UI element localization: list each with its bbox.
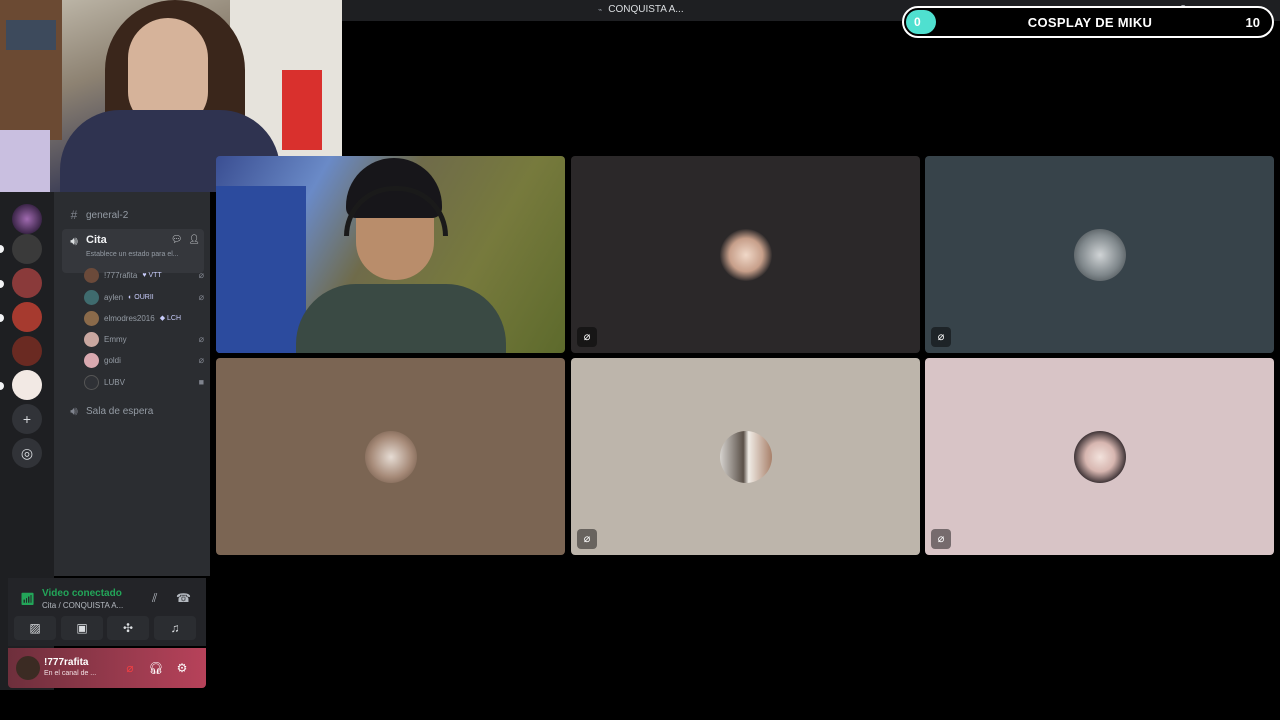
goal-progress-target: 10 <box>1245 15 1260 30</box>
user-badge: ♥ VTT <box>142 271 162 279</box>
avatar <box>720 229 772 281</box>
channel-label: Cita <box>86 234 107 246</box>
window-title: ⌁ CONQUISTA A... <box>598 4 684 15</box>
voice-status-title[interactable]: Video conectado <box>42 588 122 599</box>
avatar <box>1074 229 1126 281</box>
screen-share-icon: ▣ <box>76 621 88 635</box>
server-icon[interactable] <box>12 234 42 264</box>
goal-progress-title: COSPLAY DE MIKU <box>1027 15 1153 30</box>
speaker-icon: 🔊︎ <box>70 234 78 248</box>
channel-sidebar: # general-2 🔊︎ Cita 💬︎ 👤︎ Establece un e… <box>54 192 210 576</box>
user-panel: !777rafita En el canal de ... ⌀ 🎧︎ ⚙ <box>8 648 206 688</box>
avatar <box>84 267 99 283</box>
unread-pill <box>0 245 4 253</box>
user-badge: ◆ LCH <box>159 315 182 322</box>
server-icon[interactable] <box>12 204 42 234</box>
avatar <box>84 331 99 347</box>
video-tile-avatar[interactable]: ⌀ <box>925 156 1274 353</box>
avatar <box>84 352 99 368</box>
voice-user[interactable]: Emmy ⌀ <box>84 329 204 349</box>
voice-user[interactable]: LUBV ■ <box>84 372 204 392</box>
voice-status-subtitle[interactable]: Cita / CONQUISTA A... <box>42 601 123 610</box>
avatar <box>84 289 99 305</box>
unread-pill <box>0 314 4 322</box>
muted-mic-icon: ⌀ <box>931 327 951 347</box>
channel-status[interactable]: Establece un estado para el... <box>86 251 179 258</box>
invite-icon[interactable]: 👤︎ <box>189 234 200 245</box>
goal-progress-bar: 0 COSPLAY DE MIKU 10 <box>902 6 1274 38</box>
avatar <box>365 431 417 483</box>
user-name[interactable]: !777rafita <box>44 657 88 668</box>
voice-user[interactable]: elmodres2016 ◆ LCH <box>84 308 204 328</box>
disconnect-icon[interactable]: ☎︎ <box>176 591 191 605</box>
voice-user-name: elmodres2016 <box>104 313 155 323</box>
video-tile-avatar[interactable]: ⌀ <box>571 358 920 555</box>
voice-user[interactable]: !777rafita ♥ VTT ⌀ <box>84 265 204 285</box>
voice-user-name: goldi <box>104 355 121 365</box>
muted-mic-icon: ⌀ <box>198 291 204 302</box>
mute-mic-icon[interactable]: ⌀ <box>120 658 140 678</box>
unread-pill <box>0 382 4 390</box>
video-camera-icon: ■ <box>198 377 204 387</box>
avatar <box>84 310 99 326</box>
user-badge: ◐ OURII <box>128 293 154 301</box>
muted-mic-icon: ⌀ <box>577 529 597 549</box>
server-icon[interactable] <box>12 268 42 298</box>
avatar <box>84 374 99 390</box>
lamp <box>0 130 50 192</box>
server-icon[interactable] <box>12 302 42 332</box>
video-tile-avatar[interactable]: ⌀ <box>571 156 920 353</box>
avatar <box>1074 431 1126 483</box>
noise-suppression-icon[interactable]: ⫽ <box>152 591 157 606</box>
channel-label: Sala de espera <box>86 405 154 417</box>
muted-mic-icon: ⌀ <box>198 354 204 365</box>
voice-user-name: LUBV <box>104 377 125 387</box>
muted-mic-icon: ⌀ <box>198 269 204 280</box>
activities-icon: ✣ <box>122 621 134 635</box>
settings-gear-icon[interactable]: ⚙ <box>172 658 192 678</box>
voice-panel: 📶︎ Video conectado Cita / CONQUISTA A...… <box>8 578 206 646</box>
video-tile-avatar[interactable] <box>216 358 565 555</box>
muted-mic-icon: ⌀ <box>577 327 597 347</box>
camera-off-button[interactable]: ▨ <box>14 616 56 640</box>
video-tile-avatar[interactable]: ⌀ <box>925 358 1274 555</box>
window-title-label: CONQUISTA A... <box>608 4 684 15</box>
channel-sala-de-espera[interactable]: 🔊︎ Sala de espera <box>62 400 204 422</box>
flag-background <box>216 186 306 353</box>
voice-user[interactable]: aylen ◐ OURII ⌀ <box>84 287 204 307</box>
muted-mic-icon: ⌀ <box>198 333 204 344</box>
soundboard-icon: ♫ <box>170 621 180 635</box>
soundboard-button[interactable]: ♫ <box>154 616 196 640</box>
channel-general-2[interactable]: # general-2 <box>62 204 204 226</box>
hash-icon: # <box>70 208 78 222</box>
server-icon[interactable] <box>12 370 42 400</box>
avatar[interactable] <box>16 656 40 680</box>
voice-user-name: aylen <box>104 292 124 302</box>
channel-label: general-2 <box>86 209 129 221</box>
add-server-icon[interactable]: + <box>12 404 42 434</box>
server-icon[interactable] <box>12 336 42 366</box>
screen-share-button[interactable]: ▣ <box>61 616 103 640</box>
avatar <box>720 431 772 483</box>
connection-signal-icon: 📶︎ <box>20 592 36 606</box>
user-status: En el canal de ... <box>44 670 97 677</box>
camera-off-icon: ▨ <box>29 621 41 635</box>
voice-user-name: Emmy <box>104 334 127 344</box>
participant-shirt <box>296 284 506 353</box>
headphones-icon[interactable]: 🎧︎ <box>146 658 166 678</box>
voice-user[interactable]: goldi ⌀ <box>84 350 204 370</box>
voice-wave-icon: ⌁ <box>598 6 603 14</box>
explore-icon[interactable]: ◎ <box>12 438 42 468</box>
muted-mic-icon: ⌀ <box>931 529 951 549</box>
shelf-books <box>6 20 56 50</box>
activities-button[interactable]: ✣ <box>107 616 149 640</box>
red-bag <box>282 70 322 150</box>
unread-pill <box>0 280 4 288</box>
speaker-icon: 🔊︎ <box>70 403 78 418</box>
video-tile-camera[interactable] <box>216 156 565 353</box>
voice-user-name: !777rafita <box>104 270 138 280</box>
chat-icon[interactable]: 💬︎ <box>171 234 182 245</box>
